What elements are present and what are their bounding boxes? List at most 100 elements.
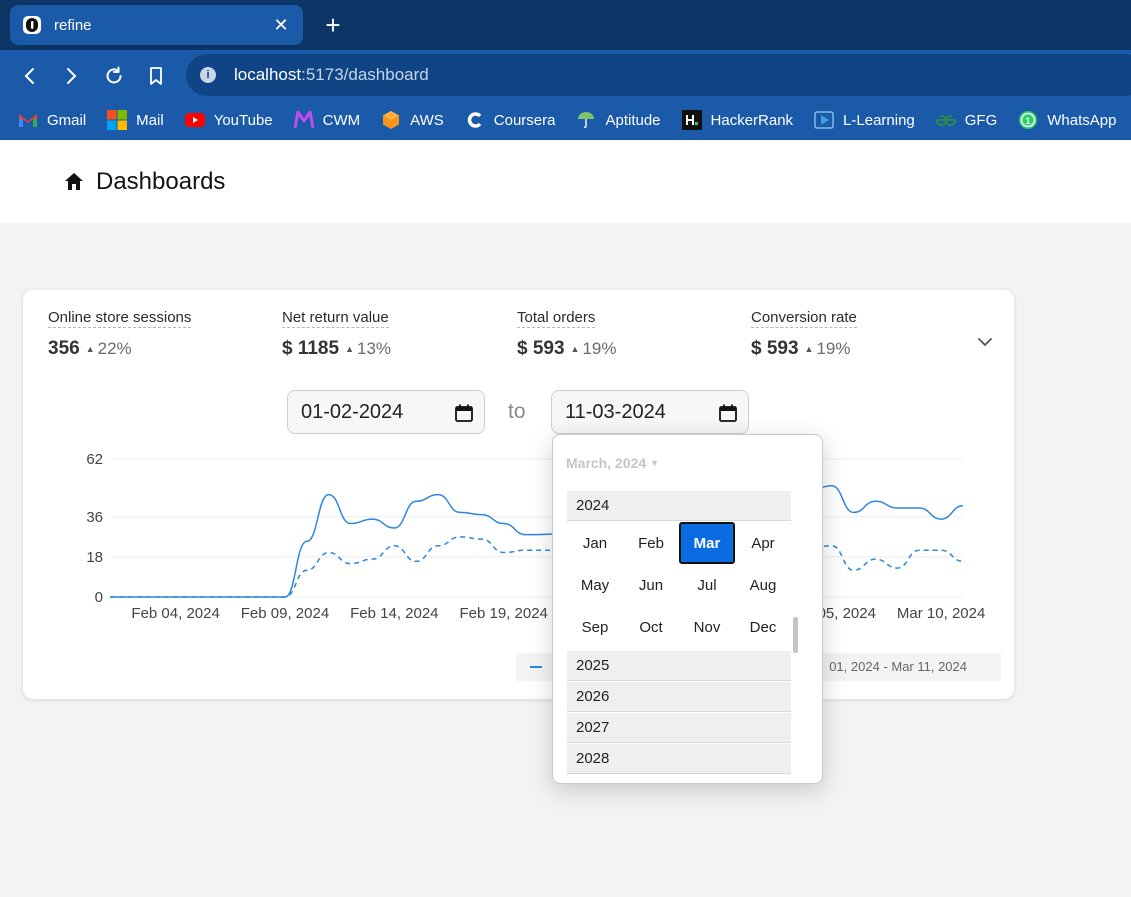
coursera-icon [465,110,485,130]
trend-value: 19% [816,339,851,358]
metric-value-row: $ 1185 ▲ 13% [282,338,391,360]
month-aug[interactable]: Aug [735,564,791,606]
end-date-input[interactable]: 11-03-2024 [551,390,749,434]
browser-tab[interactable]: refine ✕ [10,5,303,45]
x-tick-label: Mar 10, 2024 [897,605,985,622]
bookmark-label: WhatsApp [1047,111,1117,129]
trend-up-icon: ▲ [345,344,354,354]
metric-net-return-value[interactable]: Net return value $ 1185 ▲ 13% [282,309,391,360]
metric-label: Total orders [517,309,596,328]
bookmark-hackerrank[interactable]: HackerRank [681,110,794,130]
month-oct[interactable]: Oct [623,606,679,648]
start-date-input[interactable]: 01-02-2024 [287,390,485,434]
site-info-icon[interactable]: i [200,67,216,83]
metric-value: $ 1185 [282,338,340,359]
metric-trend: ▲ 19% [805,339,851,359]
bookmark-youtube[interactable]: YouTube [184,110,273,130]
bookmark-gfg[interactable]: GFG [935,110,998,130]
month-picker-popup: March, 2024 ▼ 2024 Jan Feb Mar Apr May Jun Jul A… [552,434,823,784]
metric-label: Online store sessions [48,309,192,328]
close-tab-icon[interactable]: ✕ [271,15,291,35]
refine-favicon-icon [22,15,42,35]
bookmark-whatsapp[interactable]: 1 WhatsApp [1018,110,1116,130]
metric-trend: ▲ 13% [345,339,391,359]
year-label: 2026 [576,688,610,705]
page-title: Dashboards [96,168,226,195]
bookmark-gmail[interactable]: Gmail [18,110,86,130]
tab-title: refine [54,16,92,34]
metric-value-row: $ 593 ▲ 19% [517,338,617,360]
dashboard-card: Online store sessions 356 ▲ 22% Net retur… [23,290,1014,699]
bookmark-cwm[interactable]: CWM [293,110,360,130]
metric-trend: ▲ 22% [86,339,132,359]
trend-up-icon: ▲ [85,344,95,354]
month-feb[interactable]: Feb [623,522,679,564]
bookmark-aws[interactable]: AWS [381,110,444,130]
url-path: :5173/dashboard [301,65,429,84]
x-tick-label: Feb 09, 2024 [241,605,329,622]
month-sep[interactable]: Sep [567,606,623,648]
bookmark-label: Coursera [493,111,556,129]
bookmark-icon[interactable] [142,62,170,90]
series-line-dashed [110,536,964,598]
bookmark-label: GFG [964,111,998,129]
linkedin-learning-icon [814,110,834,130]
bookmark-label: AWS [410,111,444,129]
url-host: localhost [234,65,302,84]
month-dec[interactable]: Dec [735,606,791,648]
picker-header-label: March, 2024 [566,455,647,471]
bookmark-label: YouTube [213,111,273,129]
month-jun[interactable]: Jun [623,564,679,606]
end-date-value: 11-03-2024 [565,400,666,423]
hackerrank-icon [681,110,702,130]
year-row[interactable]: 2026 [567,682,791,712]
month-nov[interactable]: Nov [679,606,735,648]
year-row[interactable]: 2025 [567,651,791,681]
year-label: 2024 [576,497,610,514]
calendar-icon[interactable] [718,403,738,423]
bookmark-aptitude[interactable]: Aptitude [576,110,661,130]
year-label: 2028 [576,750,610,767]
metric-conversion-rate[interactable]: Conversion rate $ 593 ▲ 19% [751,309,857,360]
new-tab-icon[interactable]: + [318,10,348,40]
metric-value: $ 593 [751,338,799,359]
sessions-line-chart: 62 36 18 0 Feb 04, 2024 Feb 09, 2024 Feb 14, 2… [86,451,985,622]
bookmark-label: Mail [136,111,164,129]
year-label: 2025 [576,657,610,674]
month-jul[interactable]: Jul [679,564,735,606]
chevron-down-icon[interactable] [976,333,994,351]
microsoft-icon [107,110,128,130]
aptitude-icon [576,110,596,130]
address-bar[interactable]: i localhost:5173/dashboard [186,54,1131,96]
start-date-value: 01-02-2024 [301,400,404,423]
bookmark-label: L-Learning [843,111,915,129]
trend-value: 22% [97,339,132,358]
calendar-icon[interactable] [454,403,474,423]
forward-icon[interactable] [57,62,85,90]
back-icon[interactable] [16,62,44,90]
bookmark-coursera[interactable]: Coursera [465,110,556,130]
month-apr[interactable]: Apr [735,522,791,564]
year-row[interactable]: 2027 [567,713,791,743]
cwm-icon [293,110,314,130]
picker-scrollbar[interactable] [793,617,798,653]
bookmark-mail[interactable]: Mail [107,110,164,130]
month-mar[interactable]: Mar [679,522,735,564]
metric-online-store-sessions[interactable]: Online store sessions 356 ▲ 22% [48,309,192,360]
year-row-current[interactable]: 2024 [567,491,791,521]
whatsapp-icon: 1 [1018,110,1038,130]
metric-label: Net return value [282,309,389,328]
picker-header[interactable]: March, 2024 ▼ [566,455,659,471]
bookmark-label: HackerRank [710,111,794,129]
aws-icon [381,110,401,130]
y-tick-label: 0 [95,589,103,606]
year-row[interactable]: 2028 [567,744,791,774]
metric-total-orders[interactable]: Total orders $ 593 ▲ 19% [517,309,617,360]
home-icon[interactable] [63,171,85,193]
trend-up-icon: ▲ [804,344,814,354]
reload-icon[interactable] [100,62,128,90]
bookmark-l-learning[interactable]: L-Learning [814,110,915,130]
browser-tab-bar: refine ✕ + [0,0,1131,50]
month-may[interactable]: May [567,564,623,606]
month-jan[interactable]: Jan [567,522,623,564]
